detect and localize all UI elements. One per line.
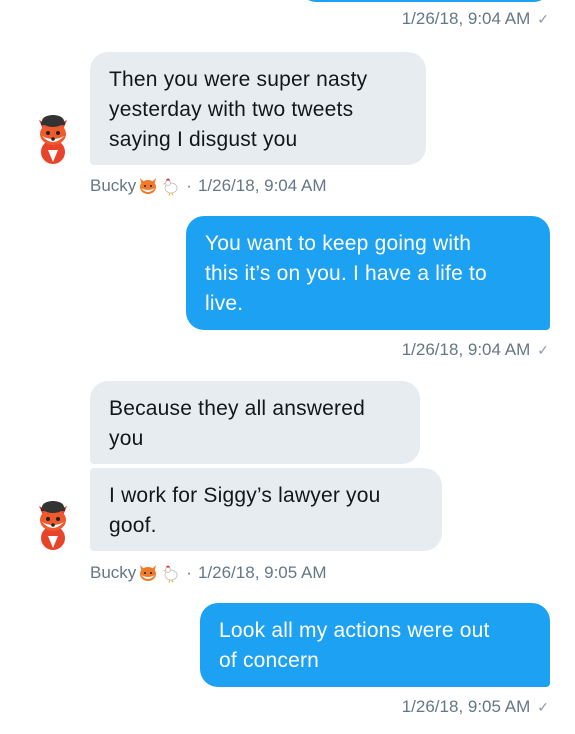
sent-check-icon: ✓	[537, 341, 549, 358]
message-text-line: You want to keep going with	[205, 232, 472, 255]
fox-face-icon	[140, 565, 157, 581]
message-text-line: goof.	[109, 514, 157, 537]
outgoing-message-bubble[interactable]: Look all my actions were out of concern	[200, 603, 550, 687]
incoming-message-bubble[interactable]: Because they all answered you	[90, 381, 420, 464]
message-text-line: saying I disgust you	[109, 128, 298, 151]
message-text-line: you	[109, 427, 144, 450]
sender-name: Bucky	[90, 563, 137, 582]
message-timestamp: 1/26/18, 9:04 AM ✓	[401, 340, 549, 359]
message-timestamp: 1/26/18, 9:04 AM ✓	[401, 9, 549, 28]
incoming-message-bubble[interactable]: Then you were super nasty yesterday with…	[90, 52, 426, 165]
message-meta: Bucky · 1/26/18, 9:04 AM	[90, 176, 327, 196]
fox-face-icon	[140, 178, 157, 194]
sender-name: Bucky	[90, 176, 137, 195]
message-timestamp: 1/26/18, 9:05 AM	[197, 563, 327, 582]
message-text-line: yesterday with two tweets	[109, 98, 354, 121]
message-text-line: this it’s on you. I have a life to	[205, 262, 487, 285]
previous-outgoing-bubble[interactable]	[300, 0, 550, 2]
sent-check-icon: ✓	[537, 698, 549, 715]
avatar[interactable]	[30, 498, 76, 550]
message-text-line: of concern	[219, 649, 320, 672]
sent-check-icon: ✓	[537, 10, 549, 27]
message-text-line: I work for Siggy’s lawyer you	[109, 484, 381, 507]
message-meta: Bucky · 1/26/18, 9:05 AM	[90, 563, 327, 583]
message-timestamp: 1/26/18, 9:05 AM ✓	[401, 697, 549, 716]
incoming-message-bubble[interactable]: I work for Siggy’s lawyer you goof.	[90, 468, 442, 551]
rooster-icon	[163, 178, 178, 196]
avatar[interactable]	[30, 112, 76, 164]
message-timestamp: 1/26/18, 9:04 AM	[197, 176, 327, 195]
rooster-icon	[163, 565, 178, 583]
message-text-line: Then you were super nasty	[109, 68, 368, 91]
message-text-line: Look all my actions were out	[219, 619, 490, 642]
outgoing-message-bubble[interactable]: You want to keep going with this it’s on…	[186, 216, 550, 330]
message-text-line: live.	[205, 292, 244, 315]
message-text-line: Because they all answered	[109, 397, 365, 420]
